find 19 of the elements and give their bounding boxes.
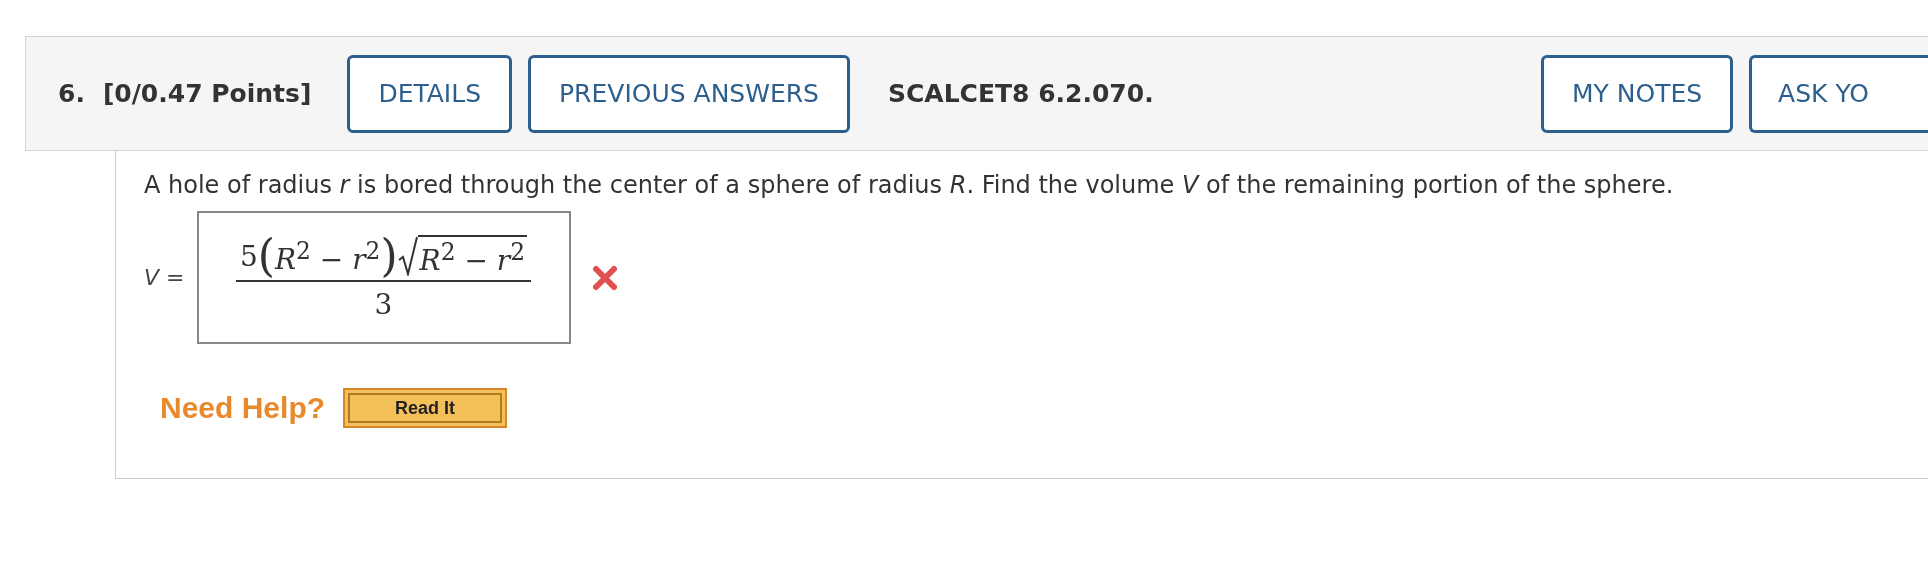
fraction-denominator: 3 bbox=[374, 288, 393, 321]
header-button[interactable]: MY NOTES bbox=[1541, 54, 1734, 133]
answer-label: V = bbox=[144, 265, 185, 290]
source-label: SCALCET8 6.2.070. bbox=[887, 79, 1154, 108]
open-paren: ( bbox=[257, 234, 275, 278]
coefficient: 5 bbox=[239, 239, 258, 273]
question-number: 6. bbox=[58, 79, 85, 108]
header-button[interactable]: ASK YO bbox=[1749, 54, 1928, 133]
factor-expression: R$^{2}$ − r$^{2}$ bbox=[274, 242, 381, 276]
sqrt-icon bbox=[397, 236, 418, 276]
points-label: [0/0.47 Points] bbox=[102, 79, 312, 108]
answer-box[interactable]: 5(R$^{2}$ − r$^{2}$) R$^{2}$ − r$^{2}$ 3 bbox=[196, 211, 571, 344]
question-text: A hole of radius r is bored through the center of a sphere of radius R. Find the volume V of the remaining portion of the sphere. bbox=[144, 171, 1675, 199]
close-paren: ) bbox=[380, 234, 398, 278]
need-help-label: Need Help? bbox=[160, 391, 326, 425]
header-button[interactable]: PREVIOUS ANSWERS bbox=[528, 54, 850, 133]
header-button[interactable]: DETAILS bbox=[347, 54, 513, 133]
read-it-button[interactable]: Read It bbox=[343, 388, 508, 428]
radicand-expression: R$^{2}$ − r$^{2}$ bbox=[419, 243, 525, 277]
